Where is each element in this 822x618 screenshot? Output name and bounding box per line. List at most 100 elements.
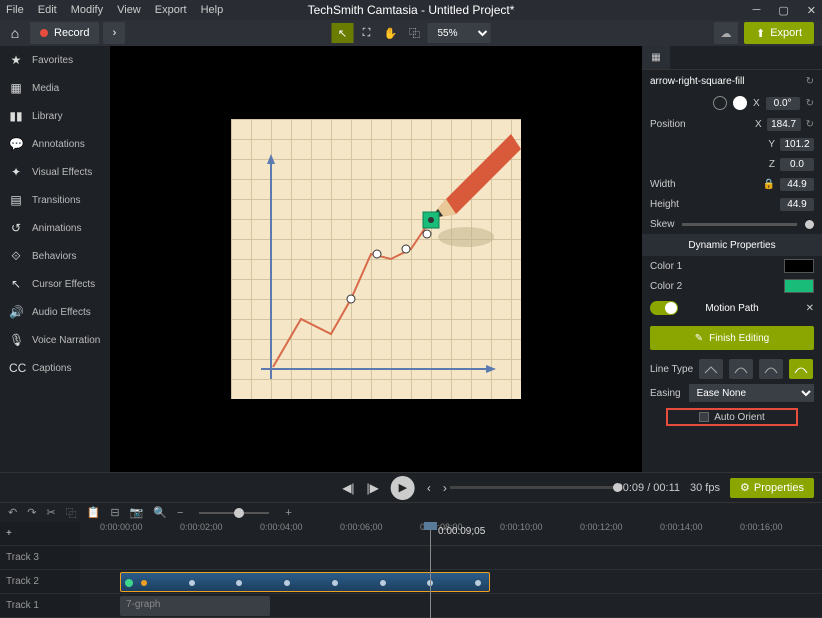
- minimize-button[interactable]: ─: [753, 4, 761, 17]
- menu-export[interactable]: Export: [155, 4, 187, 16]
- zoom-fit-button[interactable]: 🔍: [153, 506, 167, 519]
- menu-file[interactable]: File: [6, 4, 24, 16]
- dynamic-props-header: Dynamic Properties: [642, 234, 822, 256]
- next-frame-button[interactable]: |▶: [367, 481, 379, 495]
- canvas-zoom-select[interactable]: 55%: [428, 23, 491, 43]
- menu-help[interactable]: Help: [201, 4, 224, 16]
- timeline-zoom-slider[interactable]: [199, 512, 269, 514]
- cloud-button[interactable]: ☁: [714, 22, 738, 44]
- add-track-button[interactable]: +: [6, 528, 12, 539]
- asset-name: arrow-right-square-fill: [650, 76, 744, 87]
- skew-slider[interactable]: [682, 223, 797, 226]
- pos-y-value[interactable]: 101.2: [780, 138, 814, 151]
- track-2[interactable]: [80, 570, 822, 594]
- menu-modify[interactable]: Modify: [71, 4, 103, 16]
- orient-circle-1[interactable]: [713, 96, 727, 110]
- maximize-button[interactable]: ▢: [778, 4, 788, 17]
- sidebar-item-transitions[interactable]: ▤Transitions: [0, 186, 110, 214]
- playback-bar: ◀| |▶ ▶ ‹ › 00:09 / 00:11 30 fps ⚙ Prope…: [0, 472, 822, 502]
- sidebar-item-library[interactable]: ▮▮Library: [0, 102, 110, 130]
- easing-label: Easing: [650, 388, 681, 399]
- track-3[interactable]: [80, 546, 822, 570]
- skew-handle[interactable]: [805, 220, 814, 229]
- motion-path-clip[interactable]: [120, 572, 490, 592]
- track3-label[interactable]: Track 3: [0, 546, 80, 570]
- play-button[interactable]: ▶: [391, 476, 415, 500]
- rewind-button[interactable]: ‹: [427, 481, 431, 495]
- motion-path-close[interactable]: ✕: [806, 303, 814, 314]
- track-1[interactable]: 7-graph: [80, 594, 822, 618]
- track1-label[interactable]: Track 1: [0, 594, 80, 618]
- prev-frame-button[interactable]: ◀|: [342, 481, 354, 495]
- track2-label[interactable]: Track 2: [0, 570, 80, 594]
- home-button[interactable]: ⌂: [0, 25, 30, 41]
- lock-icon[interactable]: 🔒: [763, 179, 775, 190]
- sidebar-item-voice-narration[interactable]: 🎙Voice Narration: [0, 326, 110, 354]
- screenshot-button[interactable]: 📷: [130, 506, 144, 519]
- reset-rot-icon[interactable]: ↻: [806, 98, 814, 109]
- canvas-area[interactable]: [110, 46, 642, 472]
- zoom-out-button[interactable]: −: [177, 507, 183, 519]
- color2-swatch[interactable]: [784, 279, 814, 293]
- animations-icon: ↺: [9, 221, 23, 235]
- close-button[interactable]: ✕: [807, 4, 816, 17]
- sidebar-item-visual-effects[interactable]: ✦Visual Effects: [0, 158, 110, 186]
- auto-orient-row[interactable]: Auto Orient: [666, 408, 798, 426]
- record-forward-button[interactable]: ›: [103, 22, 125, 44]
- finish-editing-button[interactable]: ✎ Finish Editing: [650, 326, 814, 350]
- media-clip[interactable]: 7-graph: [120, 596, 270, 616]
- rotation-value[interactable]: 0.0°: [766, 97, 800, 110]
- sidebar-item-audio-effects[interactable]: 🔊Audio Effects: [0, 298, 110, 326]
- crop-tool[interactable]: ⿻: [404, 23, 426, 43]
- height-value[interactable]: 44.9: [780, 198, 814, 211]
- sidebar-item-media[interactable]: ▦Media: [0, 74, 110, 102]
- pos-z-value[interactable]: 0.0: [780, 158, 814, 171]
- properties-button[interactable]: ⚙ Properties: [730, 478, 814, 498]
- linetype-curve2[interactable]: [759, 359, 783, 379]
- sidebar-item-cursor-effects[interactable]: ↖Cursor Effects: [0, 270, 110, 298]
- motion-path-toggle[interactable]: [650, 301, 678, 315]
- redo-button[interactable]: ↷: [27, 506, 36, 519]
- menu-view[interactable]: View: [117, 4, 141, 16]
- linetype-straight[interactable]: [699, 359, 723, 379]
- sidebar-item-animations[interactable]: ↺Animations: [0, 214, 110, 242]
- playhead[interactable]: [430, 522, 431, 618]
- linetype-curve1[interactable]: [729, 359, 753, 379]
- sidebar-item-favorites[interactable]: ★Favorites: [0, 46, 110, 74]
- reset-icon[interactable]: ↻: [806, 76, 814, 87]
- props-tab-visual[interactable]: ▦: [642, 46, 670, 69]
- canvas[interactable]: [231, 119, 521, 399]
- color1-label: Color 1: [650, 261, 682, 272]
- cursor-tool[interactable]: ↖: [332, 23, 354, 43]
- cut-button[interactable]: ✂: [46, 506, 55, 519]
- split-button[interactable]: ⊟: [110, 506, 119, 519]
- color1-swatch[interactable]: [784, 259, 814, 273]
- record-button[interactable]: Record: [30, 22, 99, 44]
- hand-tool[interactable]: ✋: [380, 23, 402, 43]
- zoom-in-button[interactable]: +: [285, 507, 291, 519]
- export-label: Export: [770, 27, 802, 39]
- auto-orient-checkbox[interactable]: [699, 412, 709, 422]
- copy-button[interactable]: ⿻: [66, 505, 77, 521]
- easing-select[interactable]: Ease None: [689, 384, 814, 402]
- width-value[interactable]: 44.9: [780, 178, 814, 191]
- export-button[interactable]: ⬆ Export: [744, 22, 814, 44]
- paste-button[interactable]: 📋: [87, 506, 101, 519]
- sidebar-item-annotations[interactable]: 💬Annotations: [0, 130, 110, 158]
- gear-icon: ⚙: [740, 481, 750, 494]
- position-label: Position: [650, 119, 686, 130]
- forward-button[interactable]: ›: [443, 481, 447, 495]
- undo-button[interactable]: ↶: [8, 506, 17, 519]
- sidebar-item-captions[interactable]: CCCaptions: [0, 354, 110, 382]
- properties-panel: ▦ arrow-right-square-fill ↻ X 0.0° ↻ Pos…: [642, 46, 822, 472]
- menu-edit[interactable]: Edit: [38, 4, 57, 16]
- sidebar-item-behaviors[interactable]: ⟐Behaviors: [0, 242, 110, 270]
- reset-posx-icon[interactable]: ↻: [806, 119, 814, 130]
- toolbar: ⌂ Record › ↖ ⛶ ✋ ⿻ 55% ☁ ⬆ Export: [0, 20, 822, 46]
- linetype-smooth[interactable]: [789, 359, 813, 379]
- timeline-ruler[interactable]: 0:00:00;00 0:00:02;00 0:00:04;00 0:00:06…: [80, 522, 822, 546]
- pos-x-value[interactable]: 184.7: [767, 118, 801, 131]
- playback-slider[interactable]: [450, 486, 622, 489]
- orient-circle-2[interactable]: [733, 96, 747, 110]
- pan-tool[interactable]: ⛶: [356, 23, 378, 43]
